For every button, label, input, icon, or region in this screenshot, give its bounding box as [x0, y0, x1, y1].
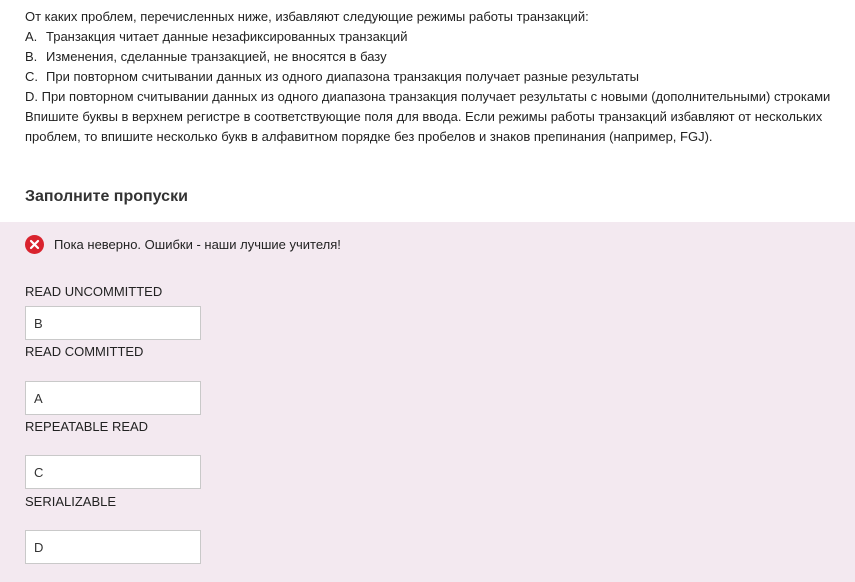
option-d: D. При повторном считывании данных из од… — [25, 89, 831, 104]
option-a: A. Транзакция читает данные незафиксирова… — [25, 27, 830, 47]
option-b: B. Изменения, сделанные транзакцией, не в… — [25, 47, 830, 67]
option-text: При повторном считывании данных из одног… — [46, 69, 640, 84]
feedback-text: Пока неверно. Ошибки - наши лучшие учите… — [54, 237, 341, 252]
answer-input-repeatable-read[interactable] — [25, 455, 201, 489]
answer-input-serializable[interactable] — [25, 530, 201, 564]
error-circle-icon — [25, 235, 44, 254]
field-label-read-uncommitted: READ UNCOMMITTED — [25, 284, 163, 299]
option-letter: A. — [25, 29, 38, 44]
option-letter: C. — [25, 69, 38, 84]
option-c: C. При повторном считывании данных из одн… — [25, 67, 830, 87]
question-instructions: Впишите буквы в верхнем регистре в соотв… — [25, 109, 823, 144]
field-label-repeatable-read: REPEATABLE READ — [25, 419, 149, 434]
option-text: Транзакция читает данные незафиксированн… — [46, 29, 408, 44]
answer-area: Пока неверно. Ошибки - наши лучшие учите… — [0, 222, 855, 582]
field-label-read-committed: READ COMMITTED — [25, 344, 144, 359]
option-text: Изменения, сделанные транзакцией, не вно… — [46, 49, 387, 64]
question-text: От каких проблем, перечисленных ниже, из… — [0, 0, 855, 166]
question-intro: От каких проблем, перечисленных ниже, из… — [25, 9, 589, 24]
feedback-message: Пока неверно. Ошибки - наши лучшие учите… — [25, 235, 341, 254]
answer-input-read-uncommitted[interactable] — [25, 306, 201, 340]
option-letter: B. — [25, 49, 38, 64]
section-title: Заполните пропуски — [25, 188, 188, 205]
field-label-serializable: SERIALIZABLE — [25, 494, 117, 509]
answer-input-read-committed[interactable] — [25, 381, 201, 415]
